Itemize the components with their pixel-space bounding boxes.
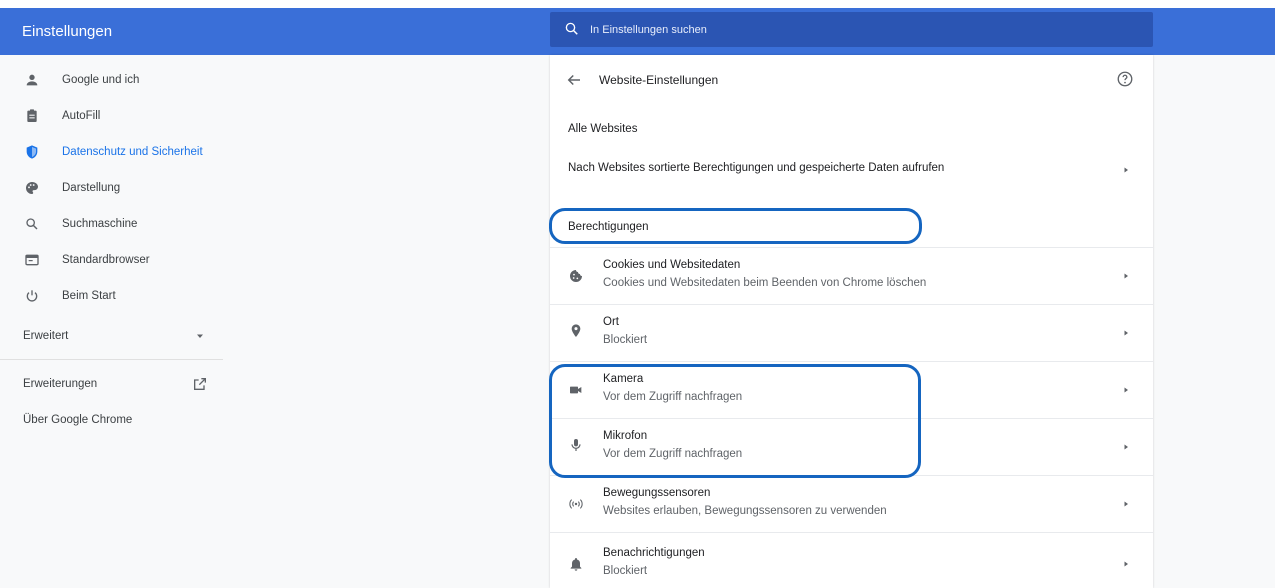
row-subtitle: Websites erlauben, Bewegungssensoren zu … xyxy=(603,505,887,517)
person-icon xyxy=(26,74,38,86)
card-header: Website-Einstellungen xyxy=(550,55,1153,105)
sidebar-item-label: Darstellung xyxy=(62,182,121,194)
power-icon xyxy=(26,290,38,302)
sidebar-item-darstellung[interactable]: Darstellung xyxy=(0,170,240,206)
row-title: Kamera xyxy=(603,373,644,385)
sidebar-item-label: AutoFill xyxy=(62,110,101,122)
sidebar-item-label: Suchmaschine xyxy=(62,218,138,230)
arrow-right-icon xyxy=(1124,387,1128,393)
arrow-right-icon xyxy=(1124,501,1128,507)
palette-icon xyxy=(25,182,38,194)
sidebar-item-label: Datenschutz und Sicherheit xyxy=(62,146,203,158)
caret-down-icon[interactable] xyxy=(195,331,205,341)
arrow-right-icon xyxy=(1124,273,1128,279)
sidebar-item-about[interactable]: Über Google Chrome xyxy=(23,410,132,430)
sidebar: Google und ich AutoFill Datenschutz und … xyxy=(0,55,550,588)
help-icon[interactable] xyxy=(1116,70,1134,88)
arrow-back-icon[interactable] xyxy=(565,71,583,89)
location-pin-icon xyxy=(571,324,581,337)
settings-header: Einstellungen xyxy=(0,8,1275,55)
page-background xyxy=(1153,55,1275,588)
sidebar-item-extensions[interactable]: Erweiterungen xyxy=(23,374,97,394)
arrow-right-icon xyxy=(1124,561,1128,567)
all-sites-row[interactable]: Nach Websites sortierte Berechtigungen u… xyxy=(550,150,1153,190)
cookie-icon xyxy=(570,270,582,282)
sidebar-item-standardbrowser[interactable]: Standardbrowser xyxy=(0,242,240,278)
site-settings-card: Website-Einstellungen Alle Websites Nach… xyxy=(550,55,1153,588)
sidebar-item-label: Google und ich xyxy=(62,74,140,86)
search-icon xyxy=(565,22,578,35)
row-subtitle: Vor dem Zugriff nachfragen xyxy=(603,391,743,403)
bell-icon xyxy=(570,558,582,571)
permission-row-microphone[interactable]: Mikrofon Vor dem Zugriff nachfragen xyxy=(550,419,1153,475)
app-title: Einstellungen xyxy=(22,23,113,40)
browser-window-icon xyxy=(25,254,39,266)
section-heading-permissions: Berechtigungen xyxy=(568,221,649,233)
row-title: Cookies und Websitedaten xyxy=(603,259,741,271)
permission-row-camera[interactable]: Kamera Vor dem Zugriff nachfragen xyxy=(550,362,1153,418)
permission-row-location[interactable]: Ort Blockiert xyxy=(550,305,1153,361)
sidebar-divider xyxy=(0,359,223,360)
section-heading-all-sites: Alle Websites xyxy=(568,123,638,135)
search-icon xyxy=(26,218,38,230)
external-link-icon[interactable] xyxy=(192,376,208,392)
row-title: Ort xyxy=(603,316,619,328)
sidebar-item-google-und-ich[interactable]: Google und ich xyxy=(0,62,240,98)
arrow-right-icon xyxy=(1124,330,1128,336)
page-title: Website-Einstellungen xyxy=(599,73,719,87)
permission-row-motion-sensors[interactable]: Bewegungssensoren Websites erlauben, Bew… xyxy=(550,476,1153,532)
row-subtitle: Cookies und Websitedaten beim Beenden vo… xyxy=(603,277,927,289)
permission-row-cookies[interactable]: Cookies und Websitedaten Cookies und Web… xyxy=(550,248,1153,304)
row-title: Benachrichtigungen xyxy=(603,547,705,559)
row-title: Mikrofon xyxy=(603,430,648,442)
arrow-right-icon xyxy=(1124,444,1128,450)
clipboard-icon xyxy=(27,109,37,122)
camera-icon xyxy=(570,386,582,394)
sidebar-item-suchmaschine[interactable]: Suchmaschine xyxy=(0,206,240,242)
row-title: Bewegungssensoren xyxy=(603,487,711,499)
sidebar-advanced-toggle[interactable]: Erweitert xyxy=(23,326,68,346)
sidebar-item-beim-start[interactable]: Beim Start xyxy=(0,278,240,314)
row-subtitle: Blockiert xyxy=(603,334,648,346)
arrow-right-icon xyxy=(1124,167,1128,173)
shield-icon xyxy=(26,145,38,159)
sidebar-item-label: Beim Start xyxy=(62,290,116,302)
row-subtitle: Vor dem Zugriff nachfragen xyxy=(603,448,743,460)
microphone-icon xyxy=(571,439,581,451)
search-input[interactable] xyxy=(590,12,1130,47)
sidebar-item-datenschutz[interactable]: Datenschutz und Sicherheit xyxy=(0,134,240,170)
permission-row-notifications[interactable]: Benachrichtigungen Blockiert xyxy=(550,533,1153,588)
row-label: Nach Websites sortierte Berechtigungen u… xyxy=(568,162,945,174)
search-box[interactable] xyxy=(550,12,1153,47)
sidebar-item-autofill[interactable]: AutoFill xyxy=(0,98,240,134)
motion-sensor-icon xyxy=(569,499,583,509)
sidebar-item-label: Standardbrowser xyxy=(62,254,150,266)
row-subtitle: Blockiert xyxy=(603,565,648,577)
